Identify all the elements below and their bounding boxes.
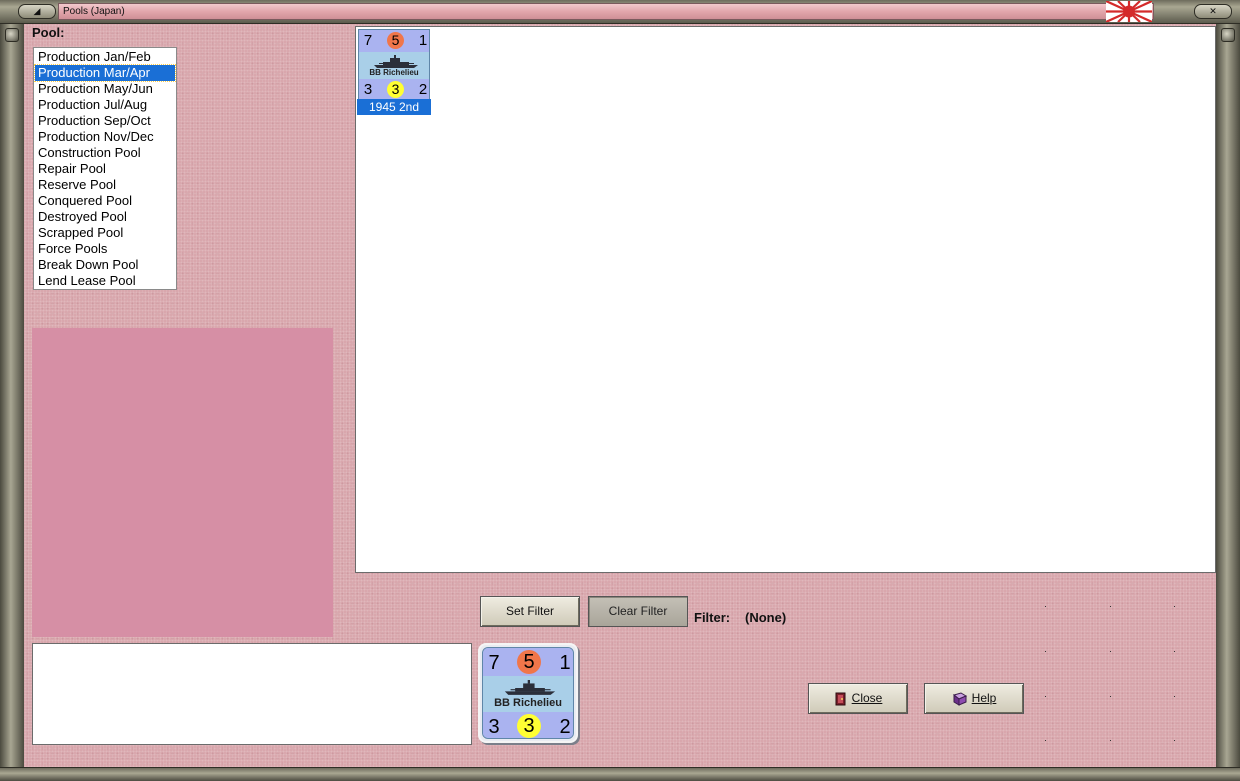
texture-dot xyxy=(1174,651,1175,652)
window-close-button[interactable]: ✕ xyxy=(1194,4,1232,19)
right-frame xyxy=(1216,24,1240,768)
pool-item-production-nov-dec[interactable]: Production Nov/Dec xyxy=(35,129,175,145)
large-counter-top-right-value: 1 xyxy=(559,652,571,674)
large-battleship-icon xyxy=(504,680,556,695)
pool-item-repair[interactable]: Repair Pool xyxy=(35,161,175,177)
pool-item-production-mar-apr[interactable]: Production Mar/Apr xyxy=(34,64,176,82)
pool-item-reserve[interactable]: Reserve Pool xyxy=(35,177,175,193)
selected-unit-counter: 7 5 1 BB Richelieu 3 3 2 xyxy=(478,643,578,743)
left-frame xyxy=(0,24,24,768)
unit-info-box xyxy=(32,643,472,745)
texture-dot xyxy=(1174,606,1175,607)
help-button[interactable]: Help xyxy=(924,683,1024,714)
counter-bottom-circle: 3 xyxy=(387,81,404,98)
frame-knob-icon xyxy=(1221,28,1235,42)
pool-item-production-may-jun[interactable]: Production May/Jun xyxy=(35,81,175,97)
pool-item-lend-lease[interactable]: Lend Lease Pool xyxy=(35,273,175,289)
set-filter-button[interactable]: Set Filter xyxy=(480,596,580,627)
texture-dot xyxy=(1045,696,1046,697)
texture-dot xyxy=(1174,740,1175,741)
texture-dot xyxy=(1174,696,1175,697)
pool-label: Pool: xyxy=(32,25,65,40)
counter-top-left-value: 7 xyxy=(363,32,373,49)
filter-value: (None) xyxy=(745,610,787,625)
pool-item-production-jan-feb[interactable]: Production Jan/Feb xyxy=(35,49,175,65)
counter-unit-name: BB Richelieu xyxy=(369,68,419,77)
large-counter-bottom-right-value: 2 xyxy=(559,716,571,738)
unit-counter: 7 5 1 BB Richelieu 3 3 2 xyxy=(358,29,430,99)
bottom-frame xyxy=(0,767,1240,781)
japan-flag-icon xyxy=(1106,1,1152,22)
help-book-icon xyxy=(952,692,967,706)
texture-dot xyxy=(1110,651,1111,652)
pool-item-conquered[interactable]: Conquered Pool xyxy=(35,193,175,209)
texture-dot xyxy=(1045,651,1046,652)
large-counter-top-circle: 5 xyxy=(517,650,541,674)
clear-filter-button[interactable]: Clear Filter xyxy=(588,596,688,627)
battleship-icon xyxy=(374,55,418,68)
pool-item-scrapped[interactable]: Scrapped Pool xyxy=(35,225,175,241)
pool-item-production-jul-aug[interactable]: Production Jul/Aug xyxy=(35,97,175,113)
close-icon: ✕ xyxy=(1209,6,1217,16)
title-bar[interactable]: ◢ Pools (Japan) ✕ xyxy=(0,0,1240,24)
window-menu-button[interactable]: ◢ xyxy=(18,4,56,19)
texture-dot xyxy=(1110,606,1111,607)
pool-list[interactable]: Production Jan/Feb Production Mar/Apr Pr… xyxy=(33,47,177,290)
large-counter-top-left-value: 7 xyxy=(488,652,500,674)
title-strip: Pools (Japan) xyxy=(58,3,1154,20)
close-button-label: Close xyxy=(851,691,883,705)
counter-top-circle: 5 xyxy=(387,32,404,49)
pool-item-construction[interactable]: Construction Pool xyxy=(35,145,175,161)
large-counter-bottom-circle: 3 xyxy=(517,714,541,738)
window-title: Pools (Japan) xyxy=(63,6,125,17)
close-button[interactable]: Close xyxy=(808,683,908,714)
exit-door-icon xyxy=(835,692,846,706)
window-menu-icon: ◢ xyxy=(33,6,41,16)
help-button-label: Help xyxy=(971,691,997,705)
pool-item-production-sep-oct[interactable]: Production Sep/Oct xyxy=(35,113,175,129)
counter-bottom-right-value: 2 xyxy=(418,81,428,98)
counter-bottom-left-value: 3 xyxy=(363,81,373,98)
counter-top-right-value: 1 xyxy=(418,32,428,49)
frame-knob-icon xyxy=(5,28,19,42)
client-area: Pool: Production Jan/Feb Production Mar/… xyxy=(24,24,1216,767)
large-counter-unit-name: BB Richelieu xyxy=(494,697,562,709)
filter-label: Filter: xyxy=(694,610,731,625)
texture-dot xyxy=(1045,740,1046,741)
units-panel[interactable]: 7 5 1 BB Richelieu 3 3 2 1945 2nd xyxy=(355,26,1216,573)
large-unit-counter: 7 5 1 BB Richelieu 3 3 2 xyxy=(482,647,574,739)
texture-dot xyxy=(1110,740,1111,741)
pool-item-break-down[interactable]: Break Down Pool xyxy=(35,257,175,273)
large-counter-bottom-left-value: 3 xyxy=(488,716,500,738)
pool-item-destroyed[interactable]: Destroyed Pool xyxy=(35,209,175,225)
texture-dot xyxy=(1045,606,1046,607)
unit-detail-panel xyxy=(32,328,333,637)
texture-dot xyxy=(1110,696,1111,697)
pool-item-force-pools[interactable]: Force Pools xyxy=(35,241,175,257)
unit-card[interactable]: 7 5 1 BB Richelieu 3 3 2 1945 2nd xyxy=(357,28,431,116)
unit-year-tag: 1945 2nd xyxy=(357,99,431,115)
